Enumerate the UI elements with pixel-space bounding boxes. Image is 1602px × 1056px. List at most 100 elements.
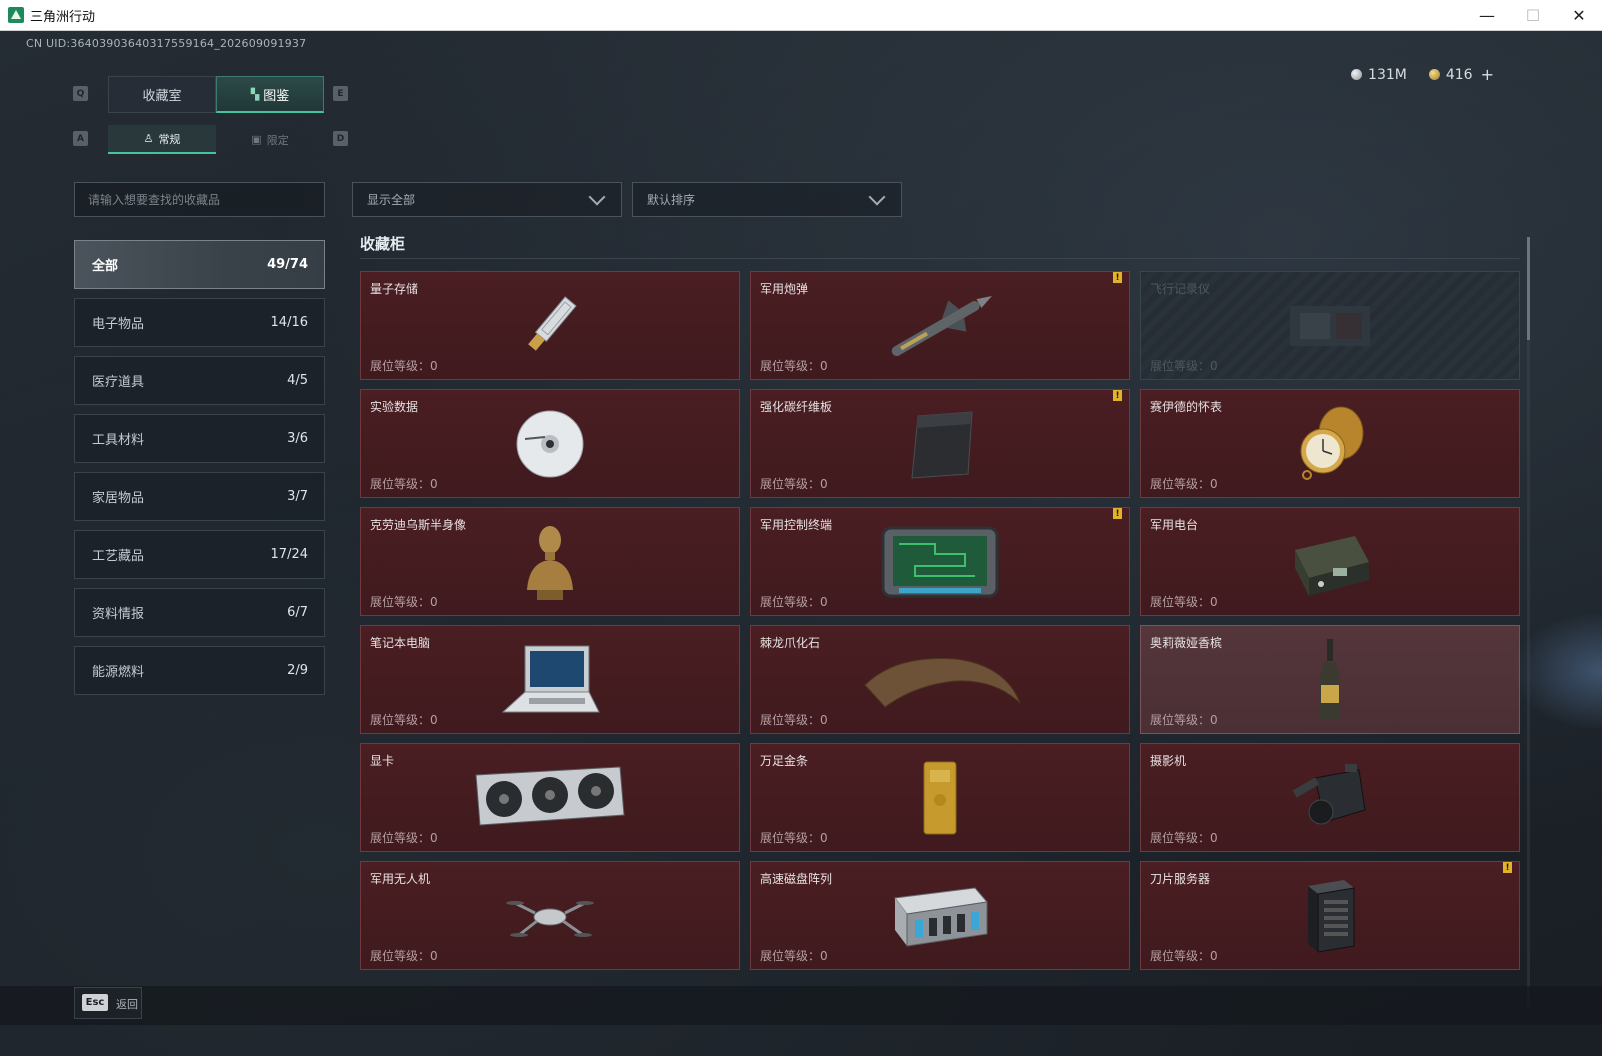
category-label: 全部 [92,259,119,274]
blade-server-icon [1308,879,1355,953]
sub-tabs: ♙ 常规 ▣ 限定 [108,125,324,154]
scrollbar-thumb[interactable] [1527,237,1530,340]
category-medical[interactable]: 医疗道具 4/5 [74,356,325,405]
radio-icon [1295,535,1369,596]
category-intel[interactable]: 资料情报 6/7 [74,588,325,637]
category-household[interactable]: 家居物品 3/7 [74,472,325,521]
filter-dropdown[interactable]: 显示全部 [352,182,622,217]
drone-icon [506,900,594,937]
booth-level: 展位等级：0 [760,949,828,963]
item-card[interactable]: 笔记本电脑 展位等级：0 [360,625,740,734]
item-card[interactable]: 显卡 展位等级：0 [360,743,740,852]
minimize-button[interactable]: — [1464,0,1510,31]
close-button[interactable]: ✕ [1556,0,1602,31]
back-label: 返回 [116,998,138,1011]
player-uid: CN UID:3640390364031755916​4_20260909193… [26,37,307,50]
tab-regular[interactable]: ♙ 常规 [108,125,216,154]
claw-fossil-icon [864,657,1021,708]
item-card[interactable]: 高速磁盘阵列 展位等级：0 [750,861,1130,970]
item-card[interactable]: 军用电台 展位等级：0 [1140,507,1520,616]
booth-level: 展位等级：0 [370,831,438,845]
window-title: 三角洲行动 [30,9,96,25]
category-count: 3/6 [287,431,308,446]
item-name: 刀片服务器 [1150,872,1211,886]
regular-icon: ♙ [143,132,154,145]
item-card[interactable]: 飞行记录仪 展位等级：0 [1140,271,1520,380]
item-card[interactable]: 量子存储 展位等级：0 [360,271,740,380]
gold-currency: 416 + [1428,65,1494,84]
sort-value: 默认排序 [647,193,696,207]
window-controls: — ☐ ✕ [1464,0,1602,31]
category-all[interactable]: 全部 49/74 [74,240,325,289]
item-card[interactable]: 军用无人机 展位等级：0 [360,861,740,970]
sort-dropdown[interactable]: 默认排序 [632,182,902,217]
main-tabs: 收藏室 ▚ 图鉴 [108,76,324,113]
esc-key-hint: Esc [82,994,108,1011]
item-card[interactable]: ! 军用控制终端 展位等级：0 [750,507,1130,616]
limited-icon: ▣ [251,133,262,146]
window-titlebar: 三角洲行动 — ☐ ✕ [0,0,1602,31]
tab-label: 常规 [158,132,181,146]
item-name: 笔记本电脑 [370,636,431,650]
item-name: 军用炮弹 [760,282,809,296]
item-name: 飞行记录仪 [1150,282,1211,296]
category-label: 资料情报 [92,607,145,622]
booth-level: 展位等级：0 [760,359,828,373]
category-energy[interactable]: 能源燃料 2/9 [74,646,325,695]
carbon-plate-icon [911,410,973,479]
item-card[interactable]: ! 强化碳纤维板 展位等级：0 [750,389,1130,498]
category-list: 全部 49/74 电子物品 14/16 医疗道具 4/5 工具材料 3/6 家居… [74,240,325,704]
booth-level: 展位等级：0 [760,831,828,845]
silver-currency: 131M [1351,67,1407,83]
booth-level: 展位等级：0 [1150,359,1218,373]
laptop-icon [501,645,600,712]
alert-icon: ! [1113,508,1122,519]
key-hint-q: Q [73,86,88,101]
booth-level: 展位等级：0 [370,477,438,491]
item-name: 奥莉薇娅香槟 [1150,636,1223,650]
booth-level: 展位等级：0 [1150,595,1218,609]
item-name: 实验数据 [370,400,419,414]
key-hint-d: D [333,131,348,146]
tab-codex[interactable]: ▚ 图鉴 [216,76,324,113]
item-card[interactable]: 万足金条 展位等级：0 [750,743,1130,852]
item-name: 军用无人机 [370,872,431,886]
tab-label: 图鉴 [263,88,290,104]
search-input[interactable] [74,182,325,217]
filter-value: 显示全部 [367,193,416,207]
item-name: 赛伊德的怀表 [1150,400,1223,414]
app-body: CN UID:3640390364031755916​4_20260909193… [0,31,1602,1056]
item-card[interactable]: 实验数据 展位等级：0 [360,389,740,498]
booth-level: 展位等级：0 [760,713,828,727]
item-card[interactable]: 棘龙爪化石 展位等级：0 [750,625,1130,734]
item-card[interactable]: ! 军用炮弹 展位等级：0 [750,271,1130,380]
background-glow [1512,611,1602,731]
tab-limited[interactable]: ▣ 限定 [216,125,324,154]
tab-collection-room[interactable]: 收藏室 [108,76,216,113]
add-currency-button[interactable]: + [1481,65,1494,84]
item-name: 显卡 [370,754,395,768]
missile-icon [891,295,992,356]
booth-level: 展位等级：0 [370,595,438,609]
maximize-button[interactable]: ☐ [1510,0,1556,31]
item-card[interactable]: 奥莉薇娅香槟 展位等级：0 [1140,625,1520,734]
item-card[interactable]: 克劳迪乌斯半身像 展位等级：0 [360,507,740,616]
item-card[interactable]: 赛伊德的怀表 展位等级：0 [1140,389,1520,498]
category-label: 电子物品 [92,317,145,332]
key-hint-a: A [73,131,88,146]
category-count: 49/74 [267,257,308,272]
item-name: 强化碳纤维板 [760,400,833,414]
tab-label: 收藏室 [142,89,182,104]
item-name: 棘龙爪化石 [760,636,821,650]
category-electronics[interactable]: 电子物品 14/16 [74,298,325,347]
booth-level: 展位等级：0 [1150,831,1218,845]
item-card[interactable]: 摄影机 展位等级：0 [1140,743,1520,852]
category-tools[interactable]: 工具材料 3/6 [74,414,325,463]
category-crafts[interactable]: 工艺藏品 17/24 [74,530,325,579]
booth-level: 展位等级：0 [760,595,828,609]
item-card[interactable]: ! 刀片服务器 展位等级：0 [1140,861,1520,970]
category-count: 2/9 [287,663,308,678]
booth-level: 展位等级：0 [1150,477,1218,491]
category-label: 医疗道具 [92,375,145,390]
graphics-card-icon [475,765,625,826]
